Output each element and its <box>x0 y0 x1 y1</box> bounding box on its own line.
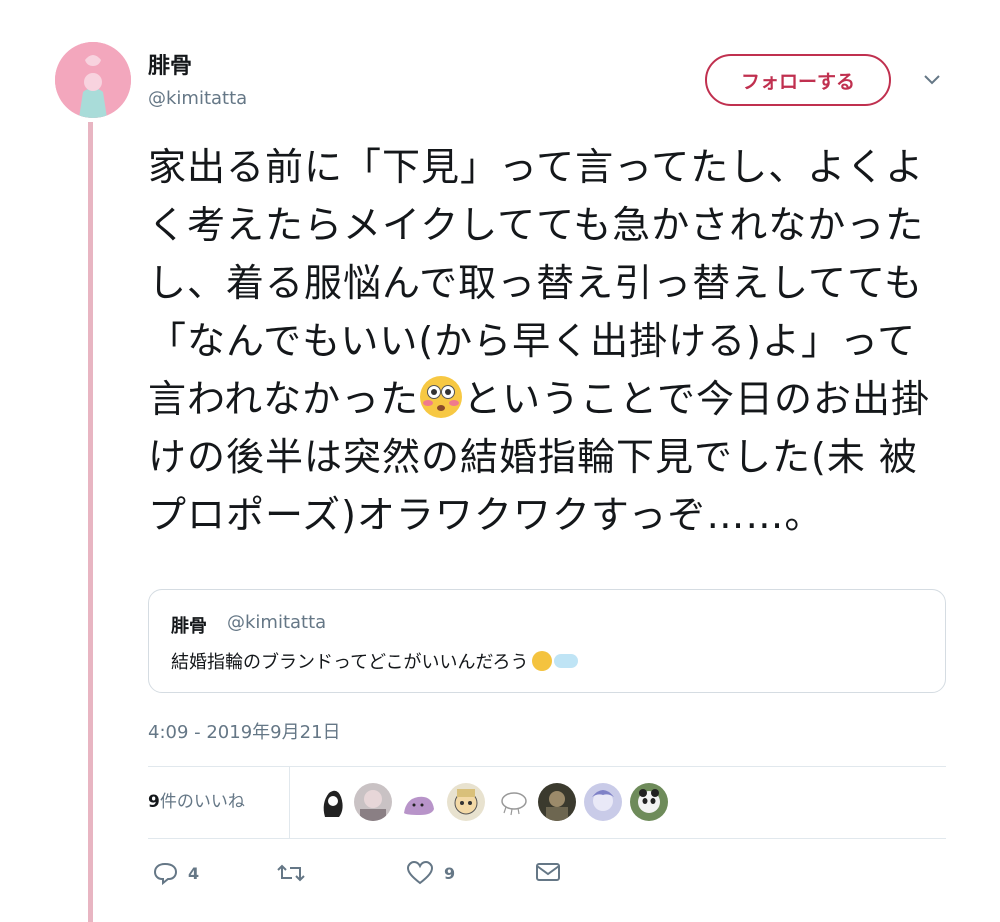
liker-avatar-3[interactable] <box>400 783 438 821</box>
retweet-button[interactable] <box>276 860 316 886</box>
quoted-tweet-card[interactable]: 腓骨 @kimitatta 結婚指輪のブランドってどこがいいんだろう <box>148 589 946 693</box>
follow-button[interactable]: フォローする <box>705 54 891 106</box>
dm-button[interactable] <box>534 860 562 884</box>
author-avatar[interactable] <box>55 42 131 118</box>
quoted-tweet-body: 結婚指輪のブランドってどこがいいんだろう <box>171 652 529 673</box>
chevron-down-icon[interactable] <box>922 72 942 88</box>
reply-icon <box>153 862 178 886</box>
likes-suffix: 件のいいね <box>159 792 245 812</box>
heart-icon <box>406 860 434 885</box>
liker-avatar-7[interactable] <box>584 783 622 821</box>
likes-count[interactable]: 9件のいいね <box>148 787 245 812</box>
divider-bottom <box>148 838 946 839</box>
reply-count: 4 <box>188 863 200 883</box>
liker-avatar-2[interactable] <box>354 783 392 821</box>
thought-balloon-emoji <box>554 654 579 668</box>
thread-line <box>88 122 93 922</box>
author-name[interactable]: 腓骨 <box>148 48 192 80</box>
liker-avatar-1[interactable] <box>313 783 351 821</box>
tweet-timestamp[interactable]: 4:09 - 2019年9月21日 <box>148 718 341 744</box>
liker-avatar-4[interactable] <box>447 783 485 821</box>
liker-avatar-5[interactable] <box>494 783 532 821</box>
author-handle[interactable]: @kimitatta <box>148 88 247 109</box>
liker-avatar-6[interactable] <box>538 783 576 821</box>
likes-divider <box>289 767 290 839</box>
quoted-author-name: 腓骨 <box>171 616 207 637</box>
reply-button[interactable]: 4 <box>152 860 199 886</box>
thinking-face-emoji <box>532 651 553 671</box>
divider-top <box>148 766 946 767</box>
envelope-icon <box>536 863 560 881</box>
retweet-icon <box>277 864 305 882</box>
like-count: 9 <box>444 863 456 883</box>
like-button[interactable]: 9 <box>406 860 455 886</box>
likes-number: 9 <box>148 792 160 812</box>
tweet-text: 家出る前に「下見」って言ってたし、よくよく考えたらメイクしてても急かされなかった… <box>148 138 948 544</box>
quoted-tweet-text: 結婚指輪のブランドってどこがいいんだろう <box>171 648 579 674</box>
flushed-face-emoji <box>420 376 463 418</box>
quoted-author-handle: @kimitatta <box>227 612 327 633</box>
liker-avatar-8[interactable] <box>630 783 668 821</box>
